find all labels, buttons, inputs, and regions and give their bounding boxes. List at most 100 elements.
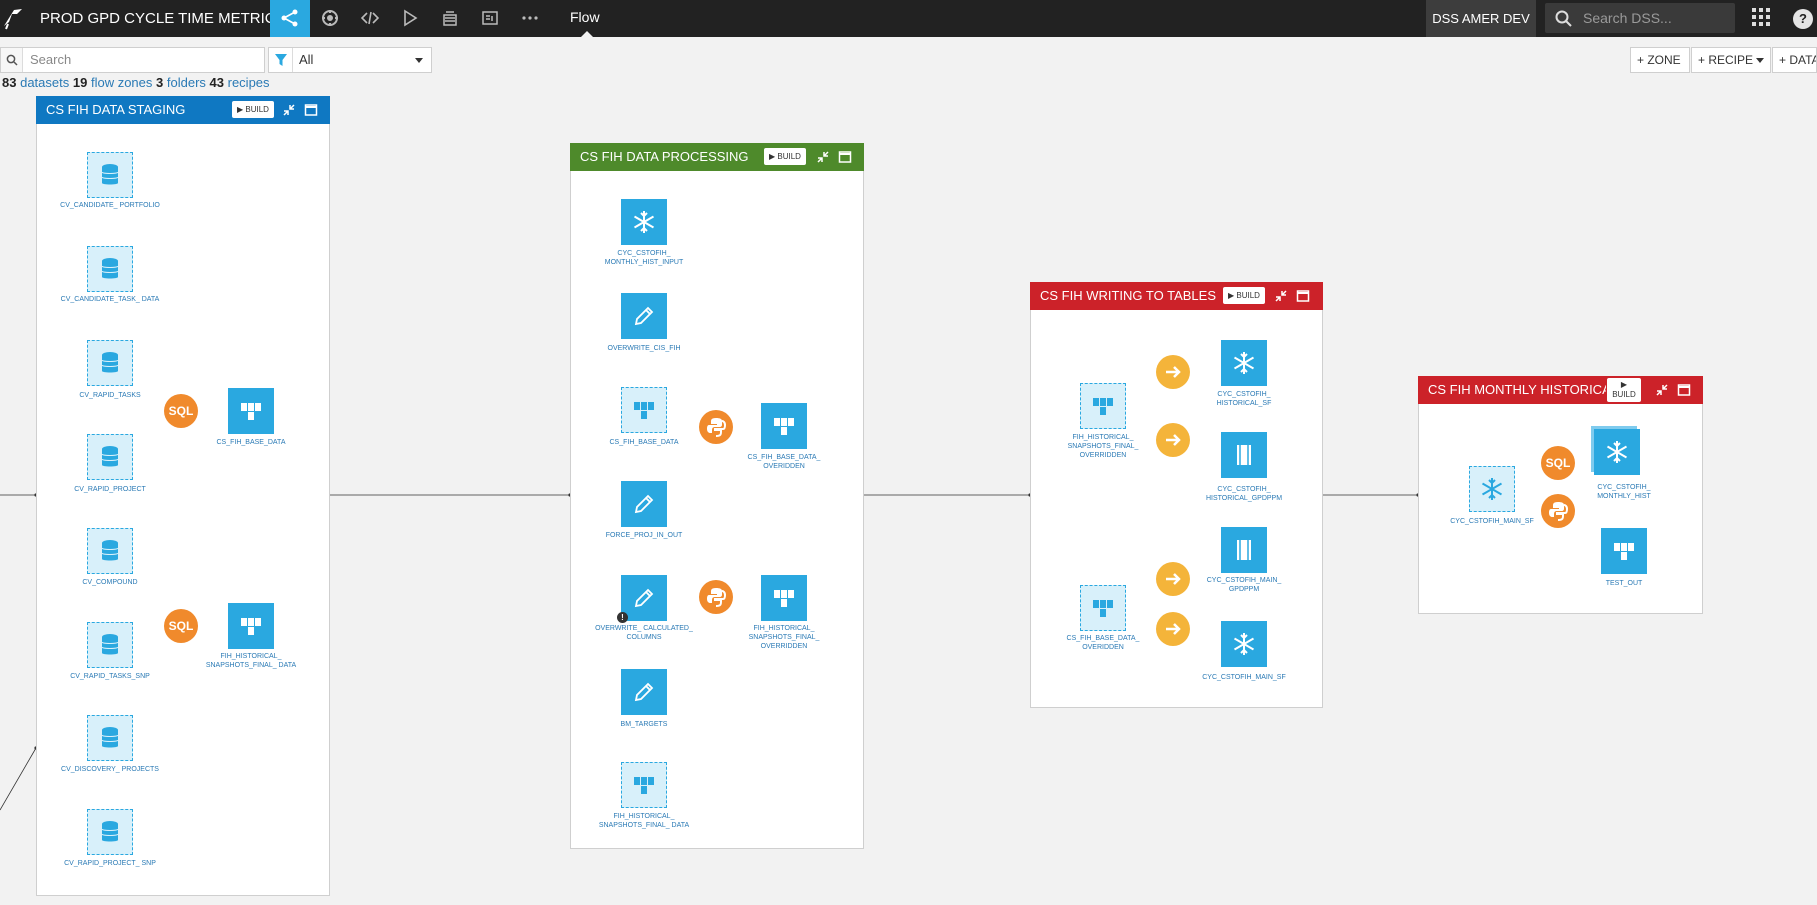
zone-title: CS FIH DATA PROCESSING	[580, 149, 749, 164]
pencil-icon	[634, 682, 654, 702]
dataset-node[interactable]	[621, 669, 667, 715]
zone-header[interactable]: CS FIH WRITING TO TABLES ▶ BUILD	[1030, 282, 1323, 310]
database-icon	[101, 540, 119, 561]
arrow-right-icon	[1166, 434, 1181, 446]
dataset-node[interactable]	[621, 199, 667, 245]
database-icon	[101, 727, 119, 748]
dataset-node[interactable]	[621, 575, 667, 621]
dataset-node[interactable]	[1469, 466, 1515, 512]
zone-build-label: BUILD	[1236, 291, 1260, 300]
collapse-icon[interactable]	[1655, 383, 1669, 397]
dataset-label: CYC_CSTOFIH_MAIN_SF	[1202, 674, 1286, 681]
zone-title: CS FIH WRITING TO TABLES	[1040, 288, 1217, 303]
snowflake-icon	[633, 211, 655, 233]
collapse-icon[interactable]	[1274, 289, 1288, 303]
sync-recipe-node[interactable]	[1156, 355, 1190, 389]
dataset-node[interactable]	[1221, 621, 1267, 667]
maximize-icon[interactable]	[1677, 383, 1691, 397]
dataset-node[interactable]	[87, 809, 133, 855]
cylinder-icon	[1237, 445, 1251, 465]
dataset-label: CYC_CSTOFIH_MAIN_ GPDPPM	[1206, 577, 1282, 593]
database-icon	[101, 164, 119, 185]
dataset-node[interactable]	[87, 528, 133, 574]
dataset-node[interactable]	[87, 622, 133, 668]
dataset-node[interactable]	[1221, 527, 1267, 573]
dataset-label: CV_CANDIDATE_ PORTFOLIO	[60, 202, 160, 209]
warning-icon[interactable]: !	[617, 612, 628, 623]
python-icon	[1549, 502, 1569, 521]
dataset-node[interactable]	[228, 603, 274, 649]
dataset-node[interactable]	[621, 387, 667, 433]
sql-recipe-label: SQL	[168, 404, 194, 418]
python-recipe-node[interactable]	[1541, 494, 1575, 528]
collapse-icon[interactable]	[282, 103, 296, 117]
sync-recipe-node[interactable]	[1156, 562, 1190, 596]
pencil-icon	[634, 588, 654, 608]
zone-title: CS FIH DATA STAGING	[46, 102, 186, 117]
dataset-label: CV_COMPOUND	[82, 579, 138, 586]
dataset-node[interactable]	[761, 575, 807, 621]
zone-header[interactable]: CS FIH DATA STAGING ▶ BUILD	[36, 96, 330, 124]
dataset-label: CS_FIH_BASE_DATA	[609, 439, 679, 446]
dataset-node[interactable]	[87, 434, 133, 480]
table-icon	[241, 618, 261, 635]
dataset-label: CV_RAPID_TASKS	[79, 392, 141, 399]
dataset-label: CYC_CSTOFIH_ MONTHLY_HIST_INPUT	[604, 250, 684, 266]
maximize-icon[interactable]	[1296, 289, 1310, 303]
dataset-node[interactable]	[1080, 383, 1126, 429]
dataset-label: CS_FIH_BASE_DATA_ OVERIDDEN	[1066, 635, 1140, 651]
zone-build-button[interactable]: ▶ BUILD	[1223, 287, 1265, 304]
dataset-label: BM_TARGETS	[620, 721, 668, 728]
database-icon	[101, 352, 119, 373]
python-icon	[707, 588, 727, 607]
dataset-node[interactable]	[1221, 340, 1267, 386]
dataset-node[interactable]	[621, 762, 667, 808]
zone-header[interactable]: CS FIH DATA PROCESSING ▶ BUILD	[570, 143, 864, 171]
dataset-node[interactable]	[87, 715, 133, 761]
dataset-node[interactable]	[621, 293, 667, 339]
dataset-node[interactable]	[87, 152, 133, 198]
sql-recipe-node[interactable]: SQL	[1541, 446, 1575, 480]
dataset-label: OVERWRITE_CIS_FIH	[607, 345, 681, 352]
pencil-icon	[634, 494, 654, 514]
dataset-label: CS_FIH_BASE_DATA_ OVERIDDEN	[747, 454, 821, 470]
python-icon	[707, 418, 727, 437]
dataset-label: FORCE_PROJ_IN_OUT	[605, 532, 683, 539]
collapse-icon[interactable]	[816, 150, 830, 164]
sync-recipe-node[interactable]	[1156, 423, 1190, 457]
dataset-node[interactable]	[1080, 585, 1126, 631]
dataset-node[interactable]	[761, 403, 807, 449]
zone-build-button[interactable]: ▶ BUILD	[232, 101, 274, 118]
dataset-node[interactable]	[621, 481, 667, 527]
maximize-icon[interactable]	[304, 103, 318, 117]
table-icon	[634, 777, 654, 794]
dataset-node[interactable]	[228, 388, 274, 434]
dataset-label: FIH_HISTORICAL_ SNAPSHOTS_FINAL_ DATA	[598, 813, 690, 829]
zone-build-button[interactable]: ▶ BUILD	[1607, 378, 1641, 402]
dataset-node[interactable]	[1601, 528, 1647, 574]
dataset-node[interactable]	[87, 246, 133, 292]
flow-zone-data-staging[interactable]: CS FIH DATA STAGING ▶ BUILD	[36, 96, 330, 896]
sql-recipe-node[interactable]: SQL	[164, 394, 198, 428]
python-recipe-node[interactable]	[699, 580, 733, 614]
python-recipe-node[interactable]	[699, 410, 733, 444]
dataset-label: CV_CANDIDATE_TASK_ DATA	[60, 296, 160, 303]
arrow-right-icon	[1166, 573, 1181, 585]
maximize-icon[interactable]	[838, 150, 852, 164]
table-icon	[1614, 543, 1634, 560]
dataset-node[interactable]	[1594, 429, 1640, 475]
dataset-label: OVERWRITE_ CALCULATED_ COLUMNS	[595, 625, 693, 641]
database-icon	[101, 258, 119, 279]
dataset-node[interactable]	[1221, 432, 1267, 478]
table-icon	[241, 403, 261, 420]
sync-recipe-node[interactable]	[1156, 612, 1190, 646]
zone-header[interactable]: CS FIH MONTHLY HISTORICA... ▶ BUILD	[1418, 376, 1703, 404]
sql-recipe-node[interactable]: SQL	[164, 609, 198, 643]
dataset-label: CYC_CSTOFIH_ HISTORICAL_SF	[1216, 391, 1272, 407]
pencil-icon	[634, 306, 654, 326]
dataset-label: FIH_HISTORICAL_ SNAPSHOTS_FINAL_ DATA	[205, 653, 297, 669]
zone-build-button[interactable]: ▶ BUILD	[764, 148, 806, 165]
dataset-node[interactable]	[87, 340, 133, 386]
table-icon	[774, 590, 794, 607]
dataset-label: FIH_HISTORICAL_ SNAPSHOTS_FINAL_ OVERRID…	[748, 625, 820, 650]
